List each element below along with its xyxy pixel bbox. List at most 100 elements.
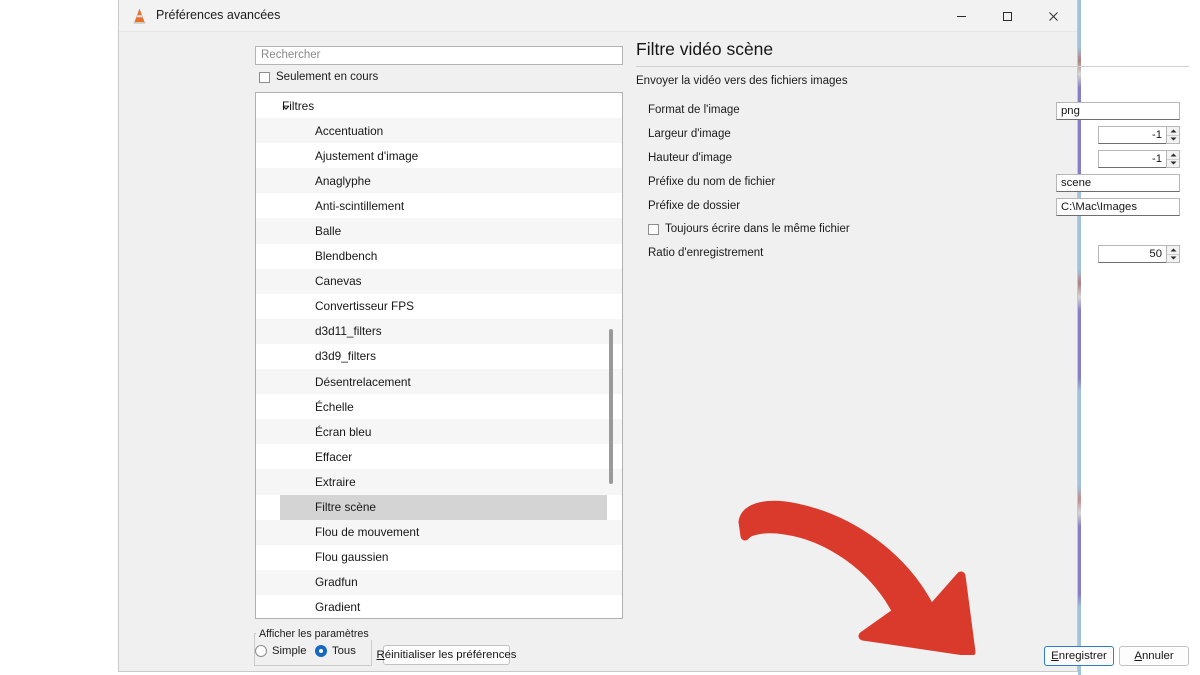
minimize-button[interactable]	[938, 0, 984, 32]
tree-item-label: Désentrelacement	[315, 374, 411, 389]
tree-item-label: Filtre scène	[315, 500, 376, 515]
tree-item[interactable]: Écran bleu	[256, 419, 622, 445]
same-file-label: Toujours écrire dans le même fichier	[665, 223, 850, 235]
spinner-value[interactable]: -1	[1098, 126, 1166, 144]
tree-item-label: Blendbench	[315, 249, 378, 264]
field-label: Préfixe de dossier	[648, 200, 741, 212]
tree-item[interactable]: d3d9_filters	[256, 343, 622, 370]
tree-item[interactable]: Convertisseur FPS	[256, 293, 622, 319]
tree-item[interactable]: Canevas	[256, 268, 622, 294]
radio-simple-label: Simple	[272, 645, 307, 657]
title-bar: Préférences avancées	[119, 0, 1077, 32]
close-button[interactable]	[1030, 0, 1076, 32]
field-label: Préfixe du nom de fichier	[648, 176, 776, 188]
radio-all[interactable]: Tous	[315, 645, 356, 657]
tree-item[interactable]: Désentrelacement	[256, 369, 622, 395]
tree-scrollbar-track[interactable]	[609, 95, 618, 616]
same-file-checkbox-row[interactable]: Toujours écrire dans le même fichier	[648, 223, 850, 235]
cancel-button-label: nnuler	[1141, 650, 1174, 662]
cancel-accel-letter: A	[1134, 650, 1142, 662]
filters-tree[interactable]: Filtres Accentuation Ajustement d'image Ana…	[255, 92, 623, 619]
same-file-checkbox[interactable]	[648, 223, 659, 235]
tree-item-label: Effacer	[315, 449, 353, 464]
tree-item[interactable]: d3d11_filters	[256, 318, 622, 344]
tree-item[interactable]: Blendbench	[256, 243, 622, 269]
tree-item-label: Extraire	[315, 474, 356, 489]
tree-item-label: Flou de mouvement	[315, 525, 420, 540]
save-button-label: nregistrer	[1058, 650, 1107, 662]
reset-preferences-button[interactable]: Réinitialiser les préférences	[377, 645, 516, 665]
reset-button-label: éinitialiser les préférences	[384, 649, 517, 661]
save-accel-letter: E	[1051, 650, 1059, 662]
field-label: Format de l'image	[648, 104, 740, 116]
reset-accel-letter: R	[376, 649, 385, 661]
save-button[interactable]: Enregistrer	[1044, 646, 1114, 666]
tree-item[interactable]: Flou gaussien	[256, 544, 622, 570]
tree-item[interactable]: Échelle	[256, 394, 622, 420]
spinner-down-icon[interactable]	[1167, 255, 1179, 263]
text-input[interactable]: png	[1056, 102, 1180, 120]
tree-item-label: d3d9_filters	[315, 349, 376, 364]
text-input[interactable]: scene	[1056, 174, 1180, 192]
spinner-value[interactable]: -1	[1098, 150, 1166, 168]
field-label: Ratio d'enregistrement	[648, 247, 764, 259]
spinner-input[interactable]: -1	[1098, 150, 1180, 168]
tree-item-label: Canevas	[315, 274, 362, 289]
radio-simple[interactable]: Simple	[255, 645, 307, 657]
title-divider	[636, 66, 1189, 67]
cancel-button[interactable]: Annuler	[1119, 646, 1189, 666]
tree-item-label: Ajustement d'image	[315, 148, 419, 163]
tree-item[interactable]: Gradfun	[256, 569, 622, 595]
text-input[interactable]: C:\Mac\Images	[1056, 198, 1180, 216]
tree-item[interactable]: Anti-scintillement	[256, 193, 622, 219]
tree-item-label: Écran bleu	[315, 424, 372, 439]
tree-item[interactable]: Flou de mouvement	[256, 519, 622, 545]
display-settings-group-title: Afficher les paramètres	[256, 628, 372, 640]
tree-item-label: d3d11_filters	[315, 324, 382, 339]
tree-item[interactable]: Extraire	[256, 469, 622, 495]
spinner-up-icon[interactable]	[1167, 246, 1179, 255]
radio-simple-control[interactable]	[255, 645, 267, 657]
maximize-button[interactable]	[984, 0, 1030, 32]
tree-item[interactable]: Accentuation	[256, 118, 622, 144]
tree-item[interactable]: Balle	[256, 218, 622, 244]
tree-item-label: Balle	[315, 224, 342, 239]
spinner-up-icon[interactable]	[1167, 151, 1179, 160]
spinner-up-icon[interactable]	[1167, 127, 1179, 136]
only-current-label: Seulement en cours	[276, 71, 379, 83]
tree-item-label: Filtres	[282, 98, 315, 113]
field-label: Largeur d'image	[648, 128, 731, 140]
spinner-down-icon[interactable]	[1167, 136, 1179, 144]
tree-root-item[interactable]: Filtres	[256, 93, 622, 119]
search-input[interactable]: Rechercher	[255, 46, 623, 65]
only-current-checkbox-row[interactable]: Seulement en cours	[259, 71, 378, 83]
vlc-cone-icon	[131, 7, 148, 24]
radio-all-control[interactable]	[315, 645, 327, 657]
spinner-buttons[interactable]	[1166, 245, 1180, 263]
spinner-buttons[interactable]	[1166, 126, 1180, 144]
tree-item-label: Flou gaussien	[315, 550, 389, 565]
tree-item[interactable]: Effacer	[256, 444, 622, 470]
spinner-buttons[interactable]	[1166, 150, 1180, 168]
tree-item-label: Gradfun	[315, 575, 358, 590]
spinner-input[interactable]: 50	[1098, 245, 1180, 263]
only-current-checkbox[interactable]	[259, 71, 270, 83]
spinner-value[interactable]: 50	[1098, 245, 1166, 263]
tree-item[interactable]: Filtre scène	[256, 494, 622, 520]
page-title: Filtre vidéo scène	[636, 39, 774, 59]
radio-all-label: Tous	[332, 645, 356, 657]
advanced-preferences-window: Préférences avancées Rechercher Seulemen…	[118, 0, 1189, 672]
screen: Préférences avancées Rechercher Seulemen…	[0, 0, 1200, 675]
tree-item-label: Convertisseur FPS	[315, 299, 414, 314]
tree-item-label: Gradient	[315, 600, 361, 615]
tree-item[interactable]: Anaglyphe	[256, 168, 622, 194]
page-subtitle: Envoyer la vidéo vers des fichiers image…	[636, 75, 848, 87]
tree-item-label: Accentuation	[315, 123, 384, 138]
tree-item[interactable]: Ajustement d'image	[256, 143, 622, 169]
spinner-input[interactable]: -1	[1098, 126, 1180, 144]
tree-item[interactable]: Gradient	[256, 594, 622, 618]
tree-scrollbar-thumb[interactable]	[609, 329, 613, 484]
tree-item-label: Échelle	[315, 399, 354, 414]
tree-item-label: Anaglyphe	[315, 173, 371, 188]
spinner-down-icon[interactable]	[1167, 160, 1179, 168]
